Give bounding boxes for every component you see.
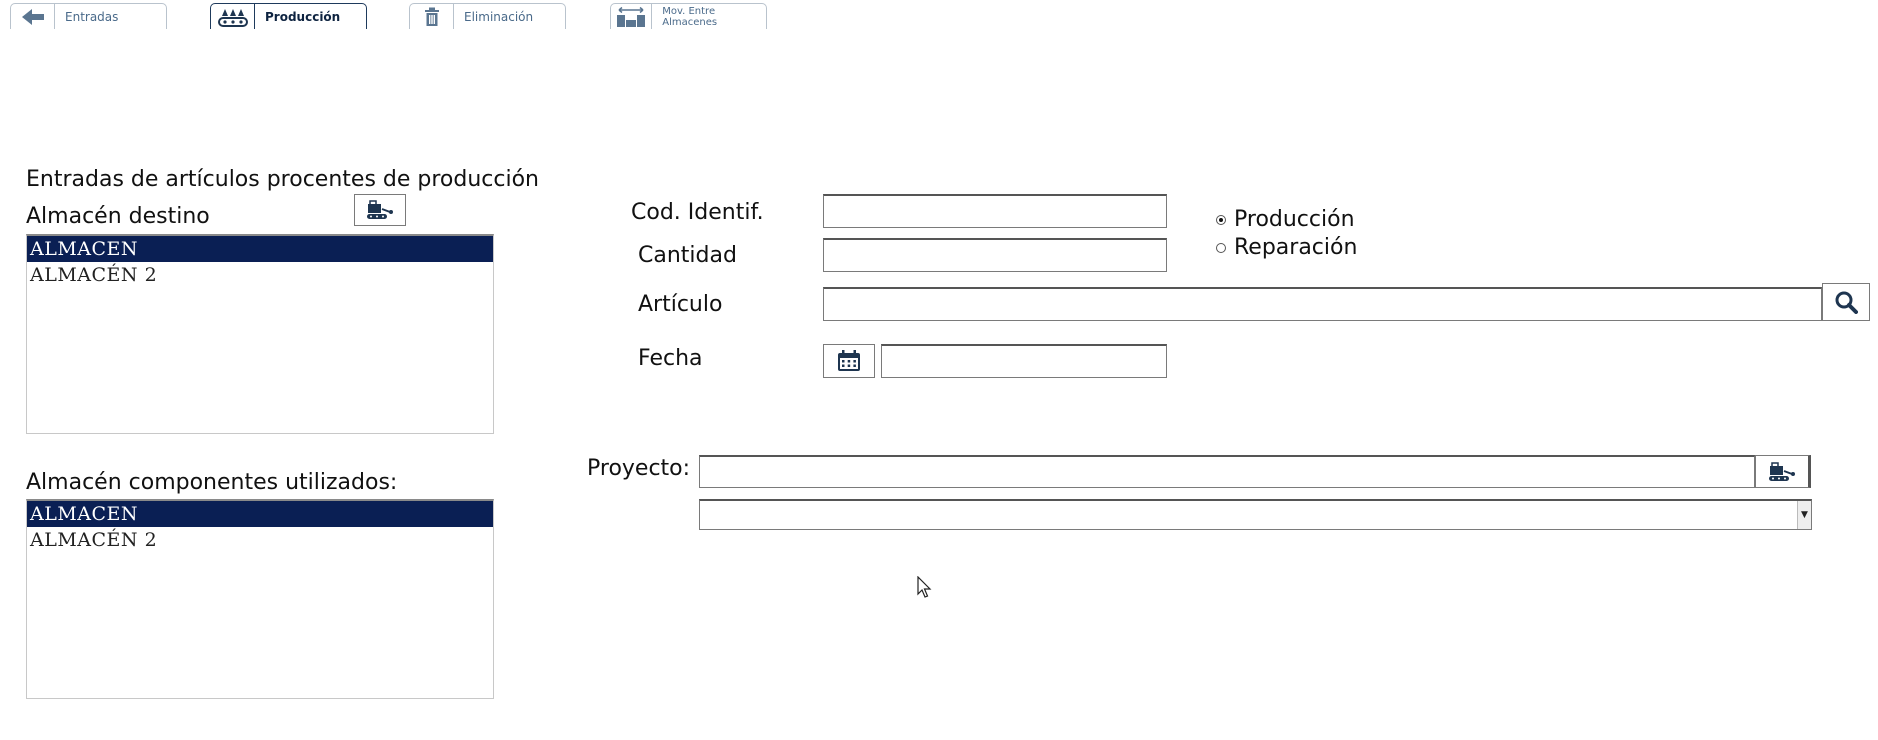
proyecto-input[interactable] (699, 455, 1755, 488)
radio-button[interactable] (1216, 214, 1226, 225)
radio-label: Reparación (1234, 235, 1358, 260)
trash-icon (410, 4, 454, 29)
tab-entradas[interactable]: Entradas (10, 3, 167, 29)
almacen-destino-label: Almacén destino (26, 204, 210, 229)
tab-mov-entre-almacenes[interactable]: Mov. Entre Almacenes (610, 3, 767, 29)
almacen-destino-button[interactable] (354, 194, 406, 226)
proyecto-select-value (700, 501, 706, 520)
fecha-input[interactable] (881, 344, 1167, 378)
radio-button[interactable] (1216, 242, 1226, 253)
fecha-calendar-button[interactable] (823, 344, 875, 378)
tab-label: Eliminación (464, 9, 534, 24)
articulo-input[interactable] (823, 287, 1822, 321)
list-item[interactable]: ALMACEN (27, 501, 493, 527)
almacen-componentes-label: Almacén componentes utilizados: (26, 470, 398, 495)
transfer-icon (611, 4, 653, 29)
list-item[interactable]: ALMACEN (27, 236, 493, 262)
radio-label: Producción (1234, 207, 1355, 232)
cantidad-label: Cantidad (638, 243, 737, 268)
articulo-search-button[interactable] (1822, 283, 1870, 321)
almacen-componentes-list[interactable]: ALMACEN ALMACÉN 2 (26, 499, 494, 699)
cod-identif-label: Cod. Identif. (631, 200, 764, 225)
chevron-down-icon[interactable]: ▼ (1797, 501, 1811, 529)
list-item[interactable]: ALMACÉN 2 (27, 262, 493, 288)
search-icon (1835, 291, 1858, 314)
forklift-icon (367, 200, 393, 219)
articulo-label: Artículo (638, 292, 723, 317)
arrow-left-icon (11, 4, 55, 29)
tab-label: Entradas (65, 9, 119, 24)
tab-label: Producción (265, 9, 341, 24)
tab-label: Mov. Entre Almacenes (662, 5, 718, 28)
production-conveyor-icon (211, 4, 255, 29)
almacen-destino-list[interactable]: ALMACEN ALMACÉN 2 (26, 234, 494, 434)
fecha-label: Fecha (638, 346, 703, 371)
cod-identif-input[interactable] (823, 194, 1167, 228)
calendar-icon (838, 350, 860, 371)
cantidad-input[interactable] (823, 238, 1167, 272)
tab-eliminacion[interactable]: Eliminación (409, 3, 566, 29)
tab-produccion[interactable]: Producción (210, 3, 367, 29)
section-heading: Entradas de artículos procentes de produ… (26, 167, 539, 192)
list-item[interactable]: ALMACÉN 2 (27, 527, 493, 553)
mouse-cursor-icon (917, 576, 932, 598)
forklift-icon (1769, 461, 1795, 481)
proyecto-label: Proyecto: (587, 456, 691, 481)
radio-produccion[interactable]: Producción (1216, 207, 1355, 232)
radio-reparacion[interactable]: Reparación (1216, 235, 1357, 260)
proyecto-button[interactable] (1755, 455, 1811, 488)
proyecto-select[interactable]: ▼ (699, 499, 1812, 530)
